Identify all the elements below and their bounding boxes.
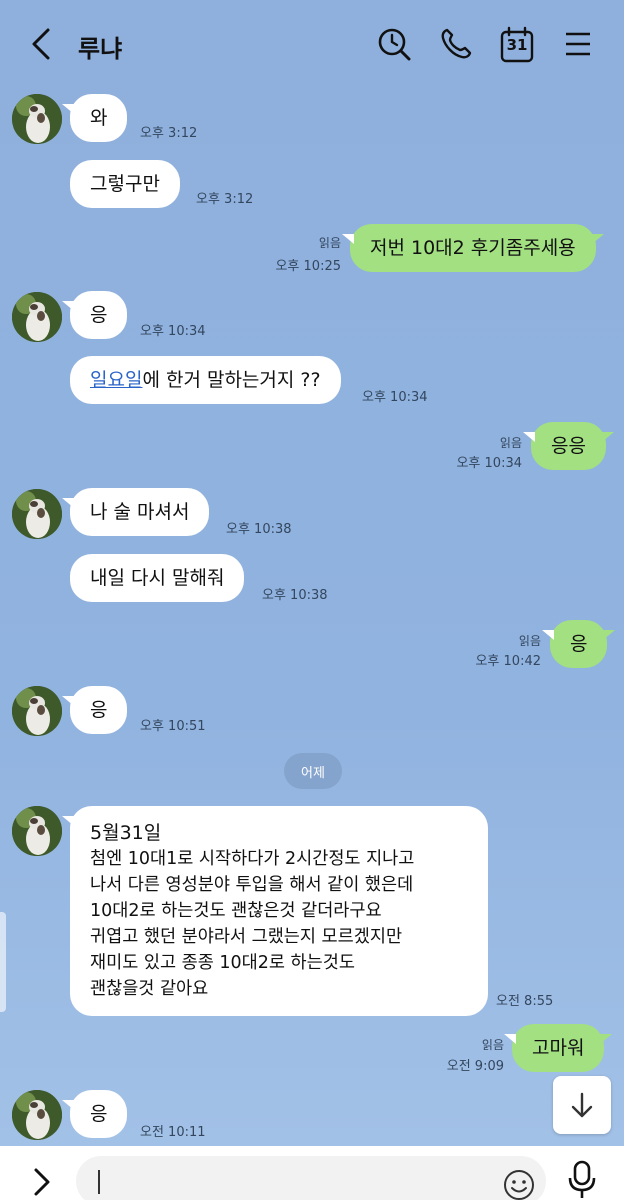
read-receipt: 읽음 [518, 634, 541, 648]
message-bubble[interactable]: 응 [61, 291, 128, 339]
date-divider: 어제 [284, 753, 342, 789]
my-message-bubble[interactable]: 응응 [523, 422, 614, 470]
message-text: 응 [90, 304, 108, 326]
message-text: 응응 [551, 435, 586, 457]
message-text: 그렇구만 [90, 173, 160, 195]
read-receipt: 읽음 [499, 436, 522, 450]
voice-button[interactable] [562, 1158, 602, 1198]
menu-button[interactable] [558, 24, 598, 64]
chat-title[interactable]: 루냐 [78, 29, 122, 64]
message-time: 오후 10:34 [140, 324, 206, 339]
read-receipt: 읽음 [318, 236, 341, 250]
message-bubble[interactable]: 그렇구만 [70, 160, 180, 208]
avatar[interactable] [12, 292, 62, 342]
arrow-down-icon [571, 1092, 593, 1118]
message-text: 저번 10대2 후기좀주세용 [370, 237, 576, 259]
message-text: 고마워 [532, 1037, 585, 1059]
message-time: 오후 10:51 [140, 719, 206, 734]
message-input[interactable] [76, 1156, 546, 1200]
my-message-bubble[interactable]: 고마워 [503, 1024, 613, 1072]
avatar[interactable] [12, 489, 62, 539]
calendar-day: 31 [506, 36, 528, 54]
message-bubble[interactable]: 내일 다시 말해줘 [70, 554, 245, 602]
search-button[interactable] [374, 24, 414, 64]
chevron-left-icon [32, 28, 50, 60]
message-line: 재미도 있고 종종 10대2로 하는것도 [90, 953, 355, 973]
message-time: 오후 10:38 [262, 588, 328, 603]
read-receipt: 읽음 [481, 1038, 504, 1052]
message-time: 오전 8:55 [496, 994, 554, 1009]
message-bubble[interactable]: 응 [61, 1090, 128, 1138]
call-button[interactable] [436, 24, 476, 64]
message-time: 오후 10:25 [275, 259, 341, 274]
message-line: 귀엽고 했던 분야라서 그랬는지 모르겠지만 [90, 927, 403, 947]
message-time: 오후 10:42 [475, 654, 541, 669]
message-text: 내일 다시 말해줘 [90, 567, 225, 589]
message-time: 오후 3:12 [140, 126, 198, 141]
message-text: 와 [90, 107, 108, 129]
message-line: 첨엔 10대1로 시작하다가 2시간정도 지나고 [90, 849, 415, 869]
phone-icon [441, 28, 472, 59]
my-message-bubble[interactable]: 저번 10대2 후기좀주세용 [342, 224, 604, 272]
expand-button[interactable] [22, 1158, 62, 1198]
message-bubble[interactable]: 5월31일 첨엔 10대1로 시작하다가 2시간정도 지나고 나서 다른 영성분… [62, 806, 488, 1016]
message-time: 오전 9:09 [446, 1059, 504, 1074]
search-icon [378, 28, 411, 61]
scroll-to-bottom-button[interactable] [553, 1076, 611, 1134]
avatar[interactable] [12, 94, 62, 144]
my-message-bubble[interactable]: 응 [541, 620, 617, 668]
message-bubble[interactable]: 응 [61, 686, 128, 734]
message-bubble[interactable]: 일요일에 한거 말하는거지 ?? [70, 356, 341, 404]
message-time: 오후 3:12 [196, 192, 254, 207]
hamburger-menu-icon [566, 32, 590, 56]
message-line: 5월31일 [90, 822, 162, 844]
chevron-right-icon [34, 1168, 50, 1196]
emoji-button[interactable] [502, 1168, 536, 1200]
message-text: 나 술 마셔서 [90, 501, 190, 523]
message-line: 나서 다른 영성분야 투입을 해서 같이 했은데 [90, 875, 414, 895]
emoji-icon [504, 1170, 534, 1200]
message-line: 10대2로 하는것도 괜찮은것 같더라구요 [90, 901, 382, 921]
avatar[interactable] [12, 686, 62, 736]
message-bubble[interactable]: 나 술 마셔서 [61, 488, 210, 536]
message-bubble[interactable]: 와 [61, 94, 128, 142]
message-text: 응 [570, 633, 588, 655]
message-line: 괜찮을것 같아요 [90, 979, 209, 999]
message-text: 에 한거 말하는거지 ?? [142, 369, 321, 391]
calendar-button[interactable]: 31 [496, 24, 538, 66]
message-text: 응 [90, 699, 108, 721]
message-time: 오후 10:38 [226, 522, 292, 537]
avatar[interactable] [12, 806, 62, 856]
text-cursor [98, 1170, 100, 1194]
back-button[interactable] [22, 24, 62, 64]
message-time: 오후 10:34 [456, 456, 522, 471]
message-time: 오후 10:34 [362, 390, 428, 405]
input-bar [0, 1146, 624, 1200]
chat-header: 루냐 31 [0, 0, 624, 88]
message-time: 오전 10:11 [140, 1125, 206, 1140]
avatar[interactable] [12, 1090, 62, 1140]
date-link[interactable]: 일요일 [90, 369, 142, 391]
edge-panel-handle[interactable] [0, 912, 6, 1012]
message-text: 응 [90, 1103, 108, 1125]
mic-icon [568, 1160, 596, 1198]
